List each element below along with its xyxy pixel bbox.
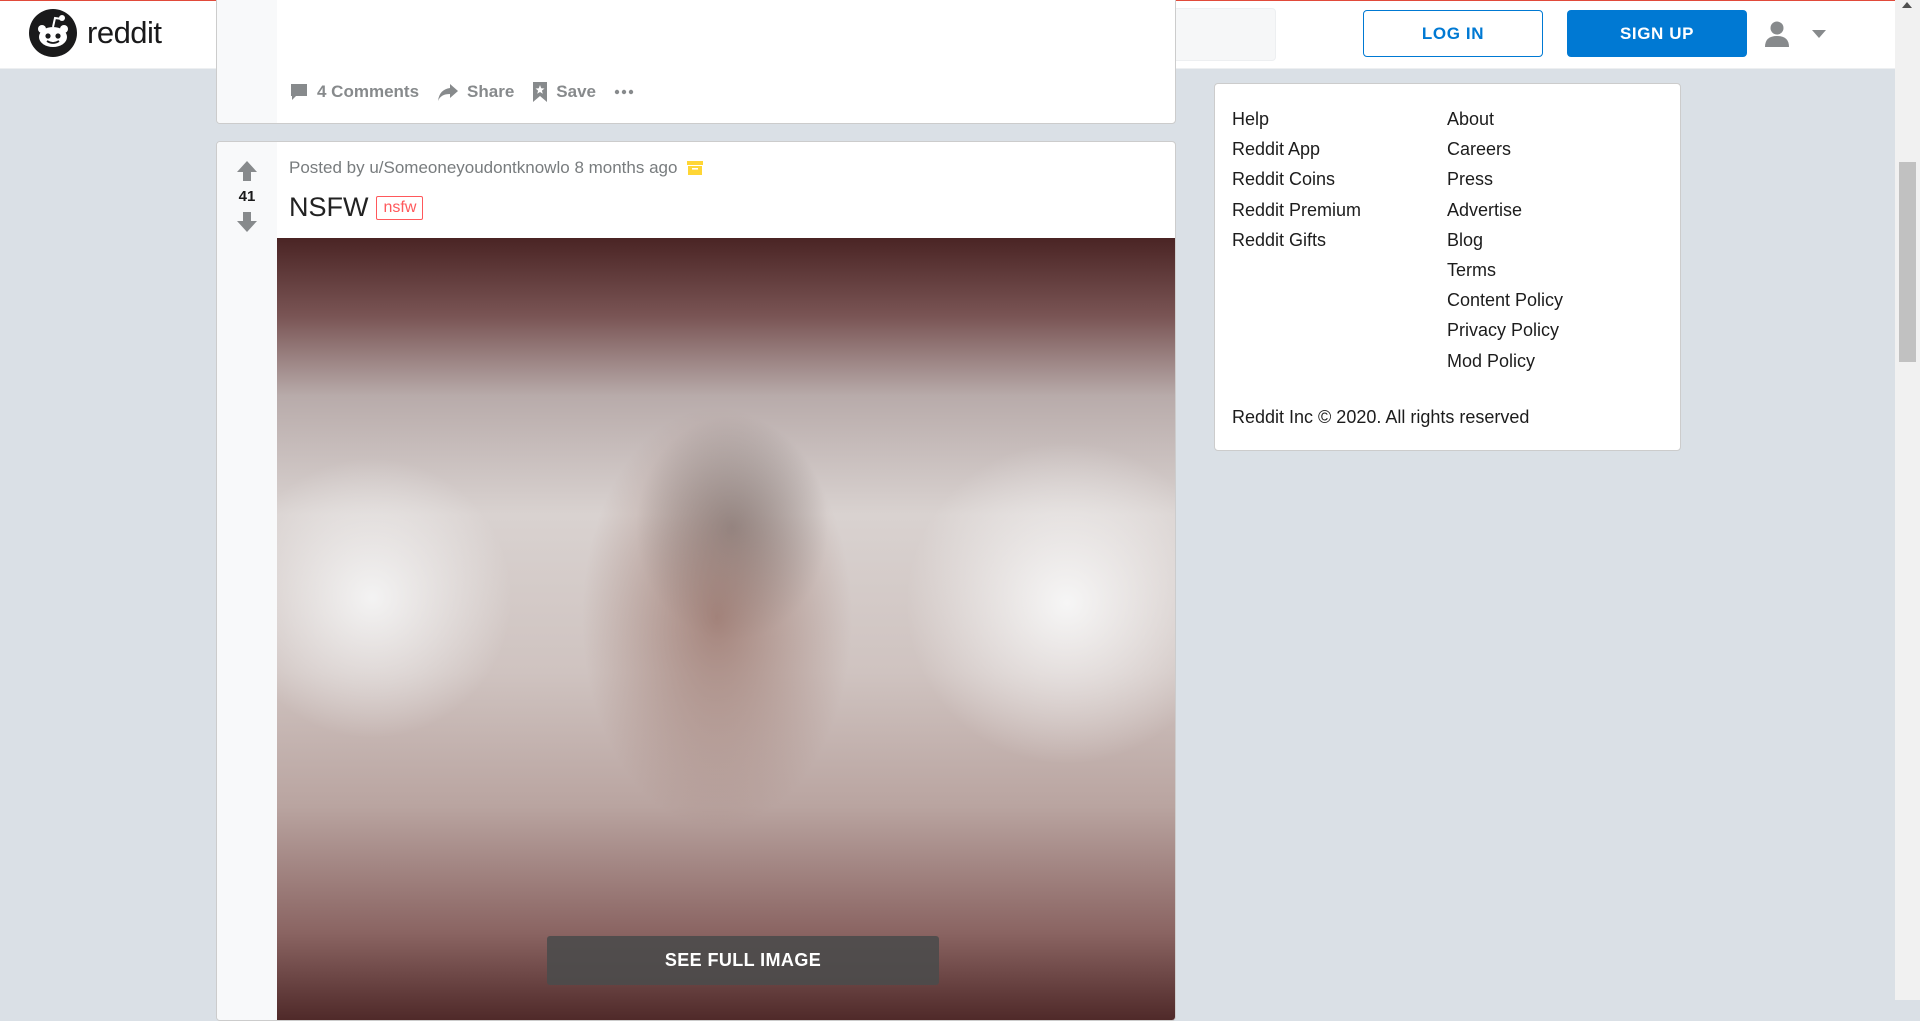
nsfw-tag: nsfw (376, 195, 424, 220)
signup-button[interactable]: SIGN UP (1567, 10, 1747, 57)
logo-wordmark: reddit (87, 15, 162, 50)
page-scrollbar[interactable] (1895, 0, 1920, 1000)
footer-links-right: About Careers Press Advertise Blog Terms… (1447, 104, 1563, 376)
vote-controls: 41 (217, 160, 277, 233)
save-button[interactable]: Save (532, 81, 596, 103)
comments-label: 4 Comments (317, 82, 420, 101)
previous-post-card: 4 Comments Share Save (216, 0, 1176, 124)
footer-links-left: Help Reddit App Reddit Coins Reddit Prem… (1232, 104, 1361, 255)
footer-link-advertise[interactable]: Advertise (1447, 195, 1563, 225)
footer-link-reddit-gifts[interactable]: Reddit Gifts (1232, 225, 1361, 255)
reddit-logo[interactable]: reddit (29, 9, 162, 57)
save-icon (533, 82, 548, 102)
footer-link-reddit-coins[interactable]: Reddit Coins (1232, 164, 1361, 194)
comments-button[interactable]: 4 Comments (289, 82, 419, 102)
post-title[interactable]: NSFW (289, 192, 368, 223)
more-icon (614, 89, 634, 95)
scroll-up-arrow-icon[interactable] (1902, 2, 1912, 8)
post-card[interactable]: 41 Posted by u/Someoneyoudontknowlo 8 mo… (216, 141, 1176, 1021)
scrollbar-thumb[interactable] (1899, 162, 1916, 362)
footer-link-terms[interactable]: Terms (1447, 255, 1563, 285)
post-title-row: NSFW nsfw (289, 192, 424, 223)
reddit-logo-icon (29, 9, 77, 57)
vote-count: 41 (238, 188, 256, 205)
footer-link-about[interactable]: About (1447, 104, 1563, 134)
post-actions: 4 Comments Share Save (289, 81, 634, 103)
share-icon (438, 84, 459, 101)
footer-link-content-policy[interactable]: Content Policy (1447, 285, 1563, 315)
footer-link-press[interactable]: Press (1447, 164, 1563, 194)
vote-gutter (217, 0, 277, 123)
vote-gutter (217, 142, 277, 1020)
share-label: Share (467, 82, 515, 101)
archived-icon (687, 161, 704, 175)
save-label: Save (556, 82, 596, 101)
footer-link-careers[interactable]: Careers (1447, 134, 1563, 164)
footer-link-help[interactable]: Help (1232, 104, 1361, 134)
footer-link-blog[interactable]: Blog (1447, 225, 1563, 255)
comment-icon (291, 84, 307, 100)
more-options-button[interactable] (614, 89, 634, 95)
chevron-down-icon (1812, 29, 1826, 38)
post-time[interactable]: 8 months ago (574, 158, 677, 177)
post-meta: Posted by u/Someoneyoudontknowlo 8 month… (289, 158, 704, 178)
footer-link-reddit-premium[interactable]: Reddit Premium (1232, 195, 1361, 225)
copyright-text: Reddit Inc © 2020. All rights reserved (1232, 407, 1530, 427)
footer-link-mod-policy[interactable]: Mod Policy (1447, 346, 1563, 376)
upvote-icon[interactable] (236, 160, 258, 182)
sidebar-footer-card: Help Reddit App Reddit Coins Reddit Prem… (1214, 83, 1681, 451)
post-author[interactable]: Posted by u/Someoneyoudontknowlo (289, 158, 570, 177)
see-full-image-button[interactable]: SEE FULL IMAGE (547, 936, 939, 985)
downvote-icon[interactable] (236, 211, 258, 233)
user-dropdown[interactable] (1764, 20, 1826, 48)
footer-link-privacy-policy[interactable]: Privacy Policy (1447, 315, 1563, 345)
login-button[interactable]: LOG IN (1363, 10, 1543, 57)
blurred-post-image[interactable]: SEE FULL IMAGE (277, 238, 1175, 1020)
share-button[interactable]: Share (437, 82, 514, 102)
user-icon (1765, 21, 1789, 47)
footer-link-reddit-app[interactable]: Reddit App (1232, 134, 1361, 164)
